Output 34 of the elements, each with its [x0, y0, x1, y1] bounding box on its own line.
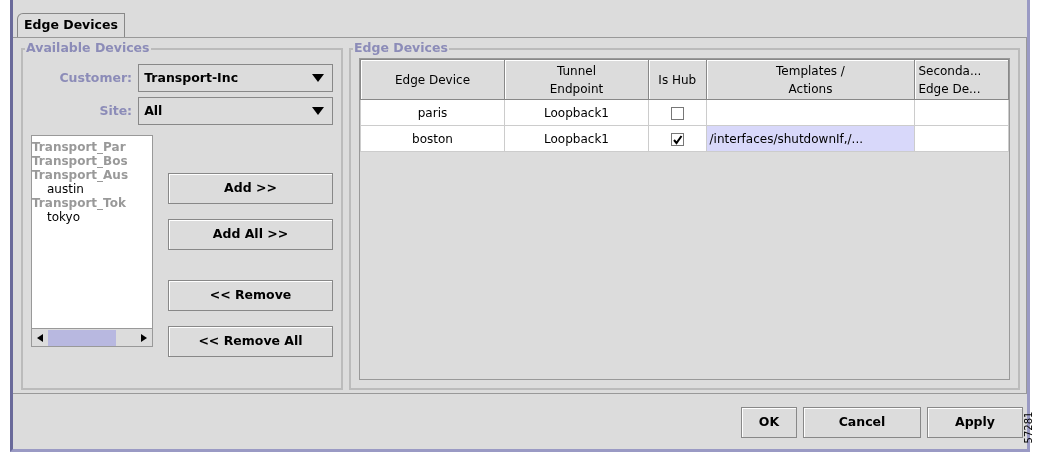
table-cell[interactable]: /interfaces/shutdownIf,/...	[706, 125, 915, 152]
table-cell: boston	[360, 125, 505, 152]
tree-device-item[interactable]: tokyo	[32, 210, 152, 224]
scroll-thumb[interactable]	[48, 329, 116, 346]
transfer-button[interactable]: << Remove All	[168, 326, 333, 357]
dropdown-arrow-icon	[312, 74, 324, 82]
table-cell: paris	[360, 99, 505, 126]
customer-dropdown[interactable]: Transport-Inc	[138, 64, 333, 92]
column-header[interactable]: Templates / Actions	[706, 59, 915, 100]
table-cell[interactable]	[706, 99, 915, 126]
column-header[interactable]: Seconda... Edge De...	[914, 59, 1009, 100]
table-cell: Loopback1	[504, 99, 649, 126]
site-dropdown[interactable]: All	[138, 97, 333, 125]
tab[interactable]: Edge Devices	[17, 13, 125, 37]
group-title: Available Devices	[25, 41, 151, 55]
figure-number: 57281	[1022, 411, 1036, 444]
hub-checkbox[interactable]	[670, 106, 684, 120]
horizontal-scrollbar[interactable]	[32, 328, 152, 346]
column-header[interactable]: Edge Device	[360, 59, 505, 100]
field-label: Customer:	[58, 68, 134, 87]
hub-checkbox[interactable]	[670, 132, 684, 146]
transfer-button[interactable]: Add All >>	[168, 219, 333, 250]
tree-device-item[interactable]: austin	[32, 182, 152, 196]
transfer-button[interactable]: << Remove	[168, 280, 333, 311]
dialog-button[interactable]: Apply	[927, 406, 1023, 438]
field-label: Site:	[98, 101, 134, 120]
group-title: Edge Devices	[353, 41, 449, 55]
table-cell: Loopback1	[504, 125, 649, 152]
transfer-button[interactable]: Add >>	[168, 173, 333, 204]
column-header[interactable]: Tunnel Endpoint	[504, 59, 649, 100]
dialog-button[interactable]: OK	[741, 406, 797, 438]
dropdown-arrow-icon	[312, 107, 324, 115]
dialog-button[interactable]: Cancel	[803, 406, 921, 438]
column-header[interactable]: Is Hub	[648, 59, 707, 100]
